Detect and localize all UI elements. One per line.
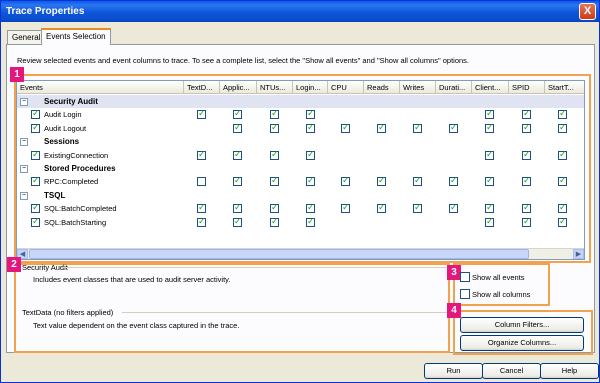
show-all-events-label: Show all events bbox=[472, 273, 525, 282]
annotation-box-1 bbox=[14, 74, 591, 263]
help-button[interactable]: Help bbox=[540, 363, 599, 379]
window-title: Trace Properties bbox=[6, 6, 85, 17]
column-info-separator bbox=[122, 312, 447, 313]
annotation-badge-4: 4 bbox=[447, 303, 461, 318]
title-bar: Trace Properties X bbox=[1, 1, 599, 22]
show-all-columns-label: Show all columns bbox=[472, 290, 531, 299]
annotation-badge-1: 1 bbox=[10, 67, 24, 82]
show-all-events-checkbox[interactable] bbox=[460, 272, 470, 282]
annotation-badge-2: 2 bbox=[7, 257, 21, 272]
close-icon[interactable]: X bbox=[579, 3, 596, 20]
tab-general[interactable]: General bbox=[7, 30, 46, 44]
run-button[interactable]: Run bbox=[424, 363, 483, 379]
event-info-separator bbox=[61, 267, 447, 268]
column-info-description: Text value dependent on the event class … bbox=[33, 321, 240, 330]
annotation-badge-3: 3 bbox=[447, 265, 461, 280]
show-all-columns-checkbox[interactable] bbox=[460, 289, 470, 299]
trace-properties-window: Trace Properties X General Events Select… bbox=[0, 0, 600, 383]
tab-events-selection[interactable]: Events Selection bbox=[41, 28, 111, 45]
column-info-title: TextData (no filters applied) bbox=[22, 308, 114, 317]
organize-columns-button[interactable]: Organize Columns... bbox=[460, 335, 584, 351]
annotation-box-3 bbox=[453, 263, 550, 306]
column-filters-button[interactable]: Column Filters... bbox=[460, 317, 584, 333]
cancel-button[interactable]: Cancel bbox=[482, 363, 541, 379]
event-info-description: Includes event classes that are used to … bbox=[33, 275, 231, 284]
intro-text: Review selected events and event columns… bbox=[17, 56, 469, 65]
